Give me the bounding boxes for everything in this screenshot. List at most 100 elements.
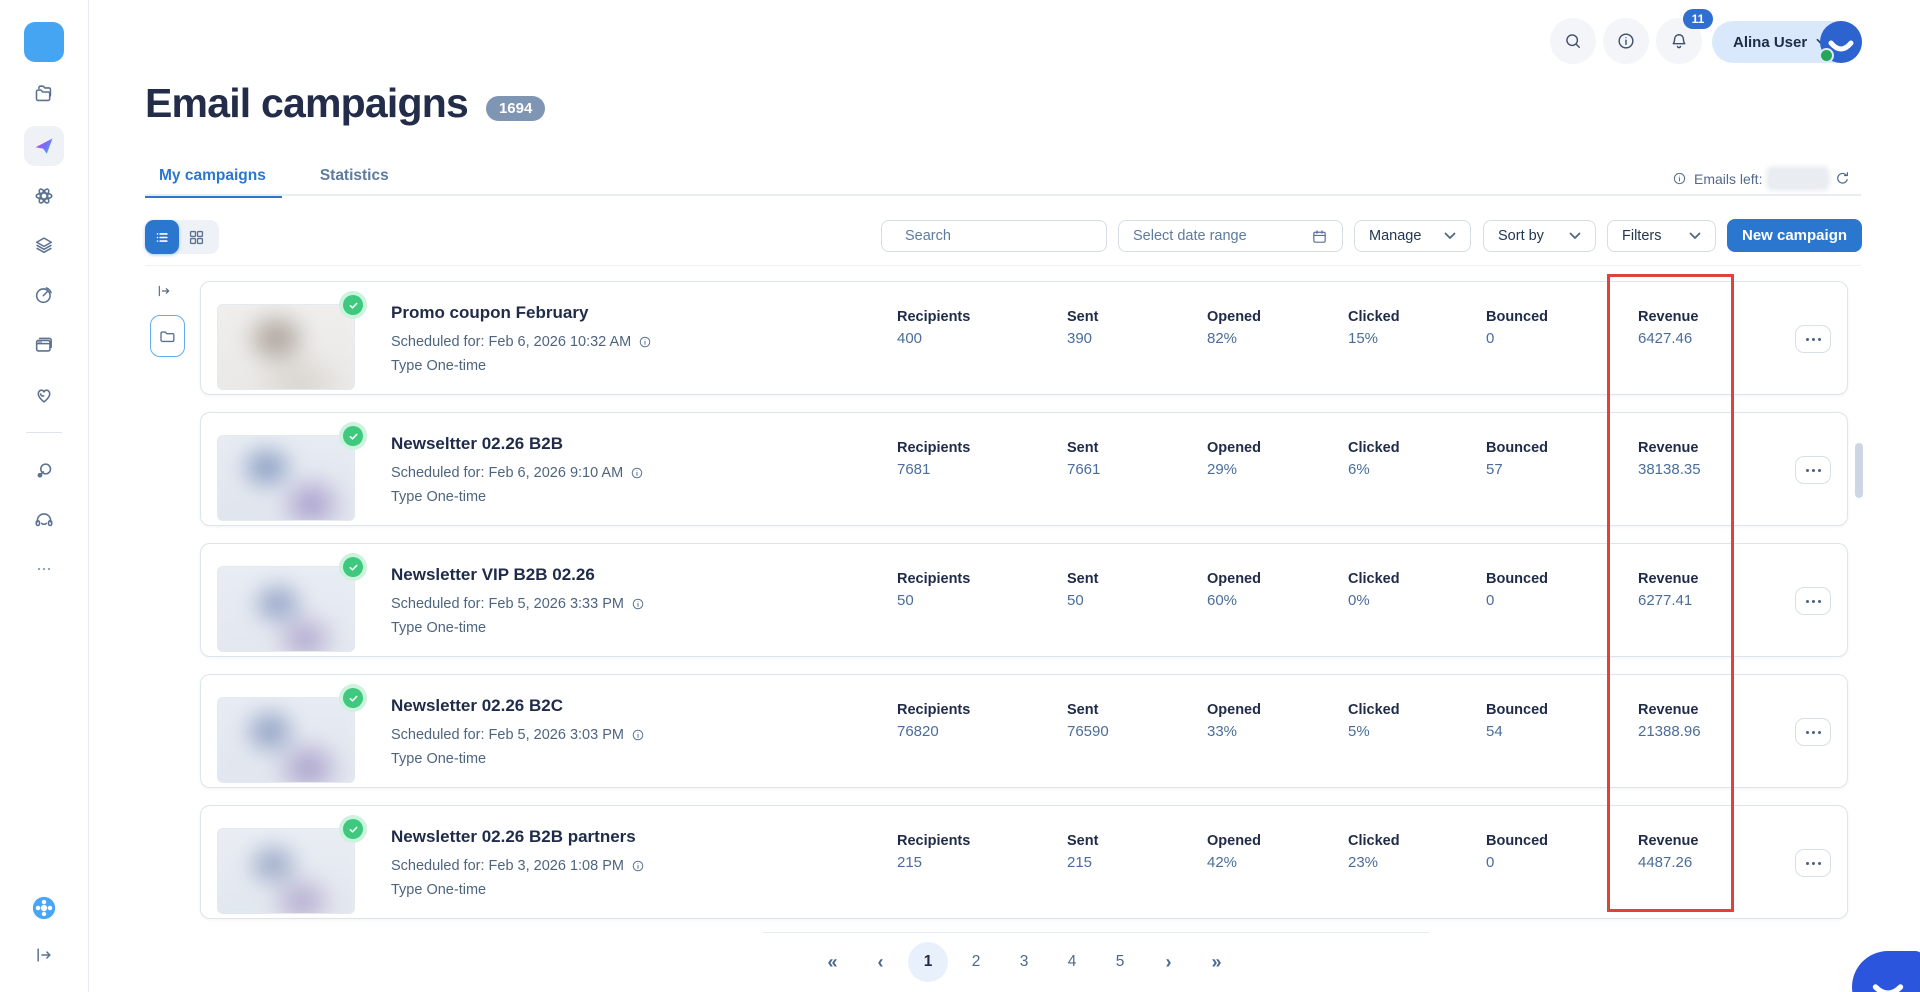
user-menu[interactable]: Alina User bbox=[1712, 21, 1862, 63]
sidebar-item-contacts[interactable] bbox=[26, 227, 62, 263]
stat-value: 0 bbox=[1486, 592, 1495, 609]
check-icon bbox=[349, 564, 357, 571]
pagination-last[interactable]: » bbox=[1196, 942, 1236, 982]
pagination-first[interactable]: « bbox=[812, 942, 852, 982]
stat-value: 400 bbox=[897, 330, 923, 347]
sidebar-item-integrations[interactable] bbox=[26, 453, 62, 489]
sidebar-item-support[interactable] bbox=[26, 502, 62, 538]
filters-dropdown[interactable]: Filters bbox=[1607, 220, 1716, 252]
campaign-thumbnail[interactable] bbox=[217, 828, 355, 914]
search-button[interactable] bbox=[1550, 18, 1596, 64]
info-icon bbox=[632, 729, 644, 741]
info-icon bbox=[632, 598, 644, 610]
stat-label: Bounced bbox=[1486, 833, 1549, 849]
campaign-title[interactable]: Newsletter VIP B2B 02.26 bbox=[391, 565, 595, 585]
campaign-thumbnail[interactable] bbox=[217, 304, 355, 390]
stat-value: 0% bbox=[1348, 592, 1370, 609]
stat-value: 5% bbox=[1348, 723, 1370, 740]
stat-revenue: Revenue 6277.41 bbox=[1638, 571, 1698, 609]
pagination-page[interactable]: 5 bbox=[1100, 942, 1140, 982]
campaign-row[interactable]: Newsletter 02.26 B2C Scheduled for: Feb … bbox=[200, 674, 1848, 788]
manage-label: Manage bbox=[1369, 228, 1422, 244]
stat-value: 6277.41 bbox=[1638, 592, 1693, 609]
stat-value: 50 bbox=[1067, 592, 1084, 609]
sidebar-item-automations[interactable] bbox=[26, 178, 62, 214]
whats-new-button[interactable] bbox=[26, 890, 62, 926]
pagination-next[interactable]: › bbox=[1148, 942, 1188, 982]
campaign-list: Promo coupon February Scheduled for: Feb… bbox=[200, 281, 1848, 936]
stat-recipients: Recipients 215 bbox=[897, 833, 970, 871]
stat-recipients: Recipients 76820 bbox=[897, 702, 970, 740]
help-button[interactable] bbox=[1603, 18, 1649, 64]
stat-label: Revenue bbox=[1638, 440, 1699, 456]
sidebar-item-folders[interactable] bbox=[26, 76, 62, 112]
campaign-title[interactable]: Promo coupon February bbox=[391, 303, 588, 323]
campaign-thumbnail[interactable] bbox=[217, 566, 355, 652]
expand-panel-button[interactable] bbox=[156, 283, 172, 302]
search-input[interactable] bbox=[903, 227, 1094, 245]
pagination-prev[interactable]: ‹ bbox=[860, 942, 900, 982]
campaign-thumbnail[interactable] bbox=[217, 435, 355, 521]
stat-value: 42% bbox=[1207, 854, 1238, 871]
heart-icon bbox=[37, 389, 51, 403]
stat-value: 38138.35 bbox=[1638, 461, 1701, 478]
stat-label: Sent bbox=[1067, 309, 1099, 325]
stat-opened: Opened 82% bbox=[1207, 309, 1261, 347]
row-menu-button[interactable] bbox=[1795, 718, 1831, 746]
stat-label: Clicked bbox=[1348, 833, 1400, 849]
grid-view-button[interactable] bbox=[179, 220, 213, 254]
refresh-button[interactable] bbox=[1834, 170, 1851, 187]
stat-label: Bounced bbox=[1486, 440, 1549, 456]
campaign-row[interactable]: Promo coupon February Scheduled for: Feb… bbox=[200, 281, 1848, 395]
campaign-title[interactable]: Newseltter 02.26 B2B bbox=[391, 434, 563, 454]
sort-by-dropdown[interactable]: Sort by bbox=[1483, 220, 1596, 252]
stat-clicked: Clicked 23% bbox=[1348, 833, 1400, 871]
campaign-title[interactable]: Newsletter 02.26 B2C bbox=[391, 696, 563, 716]
stat-label: Opened bbox=[1207, 440, 1261, 456]
stat-label: Recipients bbox=[897, 833, 971, 849]
row-menu-button[interactable] bbox=[1795, 849, 1831, 877]
campaign-thumbnail[interactable] bbox=[217, 697, 355, 783]
stat-value: 215 bbox=[897, 854, 923, 871]
row-menu-button[interactable] bbox=[1795, 587, 1831, 615]
row-menu-button[interactable] bbox=[1795, 325, 1831, 353]
sidebar-item-campaigns[interactable] bbox=[24, 126, 64, 166]
emails-left-label: Emails left: bbox=[1694, 170, 1763, 187]
sidebar-item-reports[interactable] bbox=[26, 277, 62, 313]
sidebar-item-loyalty[interactable] bbox=[26, 377, 62, 413]
stat-label: Revenue bbox=[1638, 702, 1699, 718]
pagination-page[interactable]: 3 bbox=[1004, 942, 1044, 982]
campaign-type: Type One-time bbox=[391, 358, 487, 374]
campaign-title[interactable]: Newsletter 02.26 B2B partners bbox=[391, 827, 636, 847]
sidebar-item-forms[interactable] bbox=[26, 327, 62, 363]
manage-dropdown[interactable]: Manage bbox=[1354, 220, 1471, 252]
list-view-button[interactable] bbox=[145, 220, 179, 254]
app-logo[interactable] bbox=[24, 22, 64, 62]
stat-label: Revenue bbox=[1638, 833, 1699, 849]
chevron-down-icon bbox=[1569, 232, 1581, 239]
sidebar-item-more[interactable] bbox=[26, 551, 62, 587]
chevron-down-icon bbox=[1689, 232, 1701, 239]
pagination-page[interactable]: 2 bbox=[956, 942, 996, 982]
pagination-page[interactable]: 4 bbox=[1052, 942, 1092, 982]
campaign-row[interactable]: Newseltter 02.26 B2B Scheduled for: Feb … bbox=[200, 412, 1848, 526]
folders-filter-button[interactable] bbox=[150, 315, 185, 357]
scrollbar-thumb[interactable] bbox=[1855, 443, 1863, 498]
date-range-picker[interactable]: Select date range bbox=[1118, 220, 1343, 252]
emails-left: Emails left: bbox=[1672, 169, 1851, 188]
check-icon bbox=[349, 302, 357, 309]
campaign-scheduled: Scheduled for: Feb 5, 2026 3:03 PM bbox=[391, 727, 624, 743]
loop-icon bbox=[37, 463, 52, 478]
new-campaign-button[interactable]: New campaign bbox=[1727, 219, 1862, 252]
pagination-pages: 1 2 3 4 5 bbox=[908, 942, 1140, 982]
online-status-dot bbox=[1819, 48, 1834, 63]
page-title: Email campaigns bbox=[145, 80, 469, 126]
stat-value: 15% bbox=[1348, 330, 1379, 347]
row-menu-button[interactable] bbox=[1795, 456, 1831, 484]
campaign-row[interactable]: Newsletter VIP B2B 02.26 Scheduled for: … bbox=[200, 543, 1848, 657]
campaign-row[interactable]: Newsletter 02.26 B2B partners Scheduled … bbox=[200, 805, 1848, 919]
logout-button[interactable] bbox=[26, 937, 62, 973]
stat-label: Sent bbox=[1067, 833, 1099, 849]
pagination-page[interactable]: 1 bbox=[908, 942, 948, 982]
chat-widget-button[interactable] bbox=[1852, 951, 1920, 992]
